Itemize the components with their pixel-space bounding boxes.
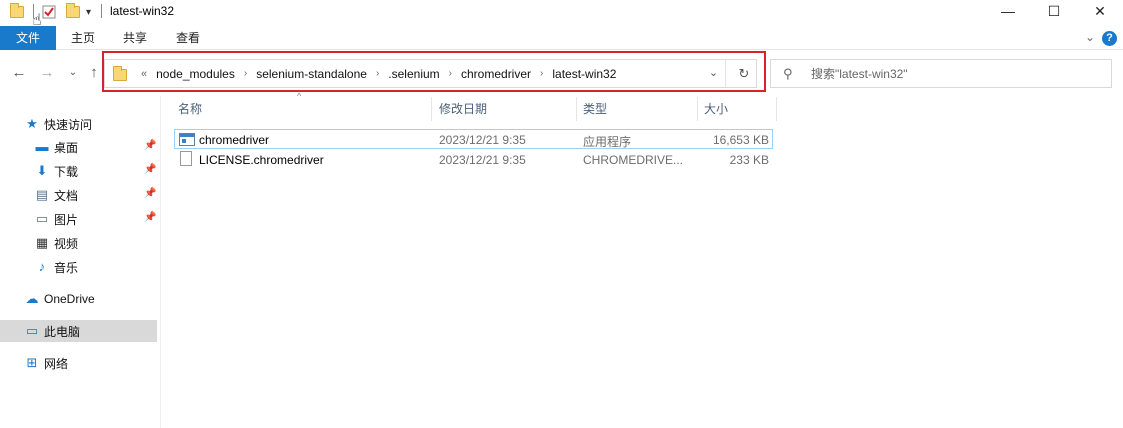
picture-icon: ▭: [35, 211, 49, 226]
file-size: 233 KB: [729, 153, 769, 167]
file-type: CHROMEDRIVE...: [583, 153, 684, 167]
tab-view[interactable]: 查看: [165, 26, 211, 50]
title-divider: [101, 4, 102, 18]
document-icon: ▤: [35, 187, 49, 202]
nav-item-downloads[interactable]: ⬇ 下载 📌: [0, 160, 157, 182]
new-folder-icon[interactable]: [66, 3, 80, 20]
tab-share[interactable]: 共享: [112, 26, 158, 50]
maximize-button[interactable]: ☐: [1031, 0, 1077, 22]
network-icon: ⊞: [26, 355, 38, 370]
nav-quick-access[interactable]: ★ 快速访问: [0, 113, 157, 135]
nav-label: 快速访问: [44, 117, 93, 132]
file-name[interactable]: LICENSE.chromedriver: [199, 153, 324, 167]
customize-dropdown-icon[interactable]: ▾: [86, 4, 91, 20]
pin-icon: 📌: [144, 140, 157, 151]
nav-label: 音乐: [54, 260, 79, 275]
cloud-icon: ☁: [25, 291, 39, 306]
pin-icon: 📌: [144, 164, 157, 175]
pin-icon: 📌: [144, 212, 157, 223]
window-title: latest-win32: [110, 4, 175, 18]
file-size: 16,653 KB: [712, 133, 769, 147]
file-modified: 2023/12/21 9:35: [439, 133, 526, 147]
help-icon[interactable]: ?: [1102, 31, 1117, 46]
refresh-icon[interactable]: ↻: [732, 60, 756, 87]
tab-home[interactable]: 主页: [60, 26, 106, 50]
breadcrumb-chevron-icon[interactable]: ›: [242, 68, 249, 79]
desktop-icon: ▬: [35, 139, 49, 154]
document-icon: [178, 151, 194, 166]
column-header-modified[interactable]: 修改日期: [433, 97, 577, 121]
pane-divider: [160, 96, 161, 428]
folder-icon: [113, 66, 127, 81]
breadcrumb-overflow-icon[interactable]: «: [139, 68, 149, 80]
recent-locations-icon[interactable]: ⌄: [64, 64, 82, 82]
up-arrow-icon[interactable]: ↑: [85, 64, 103, 82]
nav-item-pictures[interactable]: ▭ 图片 📌: [0, 208, 157, 230]
nav-label: 视频: [54, 236, 79, 251]
breadcrumb-chevron-icon[interactable]: ›: [374, 68, 381, 79]
nav-item-documents[interactable]: ▤ 文档 📌: [0, 184, 157, 206]
column-header-type[interactable]: 类型: [577, 97, 698, 121]
folder-icon[interactable]: [10, 3, 24, 20]
star-icon: ★: [26, 116, 38, 131]
nav-label: 文档: [54, 188, 79, 203]
exe-icon: [179, 133, 195, 147]
breadcrumb-item[interactable]: node_modules: [149, 67, 242, 81]
ribbon-tabs: 文件 主页 共享 查看 ⌄ ?: [0, 26, 1123, 50]
nav-label: OneDrive: [44, 292, 95, 306]
nav-item-desktop[interactable]: ▬ 桌面 📌: [0, 136, 157, 158]
ribbon-expand-icon[interactable]: ⌄: [1085, 30, 1095, 44]
search-icon: ⚲: [783, 65, 793, 81]
nav-label: 桌面: [54, 140, 79, 155]
nav-label: 下载: [54, 164, 79, 179]
minimize-button[interactable]: —: [985, 0, 1031, 22]
navigation-pane: ★ 快速访问 ▬ 桌面 📌 ⬇ 下载 📌 ▤ 文档 📌 ▭ 图片 📌 ▦ 视频 …: [0, 96, 160, 428]
nav-item-music[interactable]: ♪ 音乐: [0, 256, 157, 278]
close-button[interactable]: ✕: [1077, 0, 1123, 22]
address-bar[interactable]: « node_modules › selenium-standalone › .…: [104, 59, 757, 88]
search-placeholder: 搜索"latest-win32": [811, 67, 908, 81]
nav-label: 图片: [54, 212, 79, 227]
address-dropdown-icon[interactable]: ⌄: [702, 60, 726, 87]
nav-network[interactable]: ⊞ 网络: [0, 352, 157, 374]
forward-arrow-icon[interactable]: →: [38, 64, 56, 82]
video-icon: ▦: [35, 235, 49, 250]
breadcrumb-chevron-icon[interactable]: ›: [538, 68, 545, 79]
table-row[interactable]: chromedriver 2023/12/21 9:35 应用程序 16,653…: [174, 129, 773, 149]
download-arrow-icon: ⬇: [36, 163, 48, 178]
breadcrumb-item[interactable]: chromedriver: [454, 67, 538, 81]
nav-onedrive[interactable]: ☁ OneDrive: [0, 288, 157, 310]
computer-icon: ▭: [25, 323, 39, 338]
nav-label: 网络: [44, 356, 69, 371]
breadcrumb-item[interactable]: .selenium: [381, 67, 446, 81]
table-row[interactable]: LICENSE.chromedriver 2023/12/21 9:35 CHR…: [174, 150, 773, 170]
pin-icon: 📌: [144, 188, 157, 199]
search-box[interactable]: ⚲ 搜索"latest-win32": [770, 59, 1112, 88]
music-note-icon: ♪: [38, 259, 46, 274]
title-bar: ▾ latest-win32 ☝ — ☐ ✕: [0, 0, 1123, 29]
file-name[interactable]: chromedriver: [199, 133, 269, 147]
file-modified: 2023/12/21 9:35: [439, 153, 526, 167]
column-header-name[interactable]: 名称: [172, 97, 432, 121]
breadcrumb-chevron-icon[interactable]: ›: [447, 68, 454, 79]
properties-check-icon[interactable]: [42, 4, 56, 20]
nav-item-videos[interactable]: ▦ 视频: [0, 232, 157, 254]
file-type: 应用程序: [583, 135, 632, 149]
breadcrumb-item[interactable]: latest-win32: [545, 67, 623, 81]
nav-this-pc[interactable]: ▭ 此电脑: [0, 320, 157, 342]
column-header-size[interactable]: 大小: [698, 97, 777, 121]
back-arrow-icon[interactable]: ←: [10, 64, 28, 82]
breadcrumb: « node_modules › selenium-standalone › .…: [105, 60, 623, 87]
nav-label: 此电脑: [44, 324, 81, 339]
breadcrumb-item[interactable]: selenium-standalone: [249, 67, 374, 81]
tab-file[interactable]: 文件: [0, 26, 56, 50]
